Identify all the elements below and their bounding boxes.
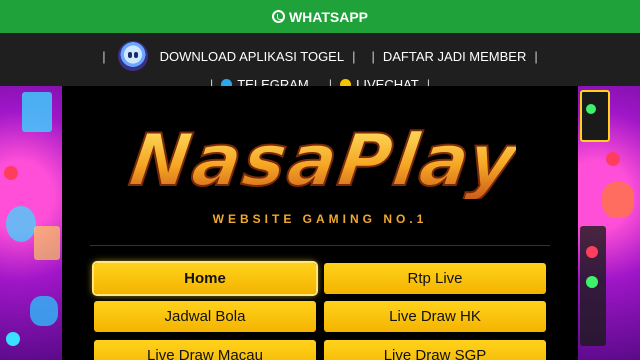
menu-rtp-live-button[interactable]: Rtp Live <box>324 263 546 294</box>
menu-live-draw-macau-button[interactable]: Live Draw Macau <box>94 340 316 360</box>
nav-separator: | <box>371 48 375 64</box>
menu-live-draw-hk-button[interactable]: Live Draw HK <box>324 301 546 332</box>
download-app-link[interactable]: DOWNLOAD APLIKASI TOGEL <box>160 49 344 64</box>
nasaplay-logo[interactable]: NasaPlay <box>124 119 516 199</box>
nav-separator: | <box>352 48 356 64</box>
menu-home-button[interactable]: Home <box>94 263 316 294</box>
main-panel: NasaPlay WEBSITE GAMING NO.1 Home Rtp Li… <box>62 86 578 360</box>
nav-row-primary: | DOWNLOAD APLIKASI TOGEL | | DAFTAR JAD… <box>0 41 640 71</box>
whatsapp-label: WHATSAPP <box>288 8 369 25</box>
nav-separator: | <box>534 48 538 64</box>
menu-live-draw-sgp-button[interactable]: Live Draw SGP <box>324 340 546 360</box>
whatsapp-bar[interactable]: WHATSAPP <box>0 0 640 33</box>
tagline: WEBSITE GAMING NO.1 <box>212 212 428 226</box>
divider <box>90 245 550 246</box>
nav-separator: | <box>102 48 106 64</box>
top-nav: | DOWNLOAD APLIKASI TOGEL | | DAFTAR JAD… <box>0 33 640 92</box>
right-side-banner <box>578 86 640 360</box>
robot-mascot-icon <box>117 41 148 71</box>
register-member-link[interactable]: DAFTAR JADI MEMBER <box>383 49 527 64</box>
svg-text:NasaPlay: NasaPlay <box>125 119 516 199</box>
whatsapp-icon <box>271 10 285 23</box>
left-side-banner <box>0 86 62 360</box>
menu-jadwal-bola-button[interactable]: Jadwal Bola <box>94 301 316 332</box>
